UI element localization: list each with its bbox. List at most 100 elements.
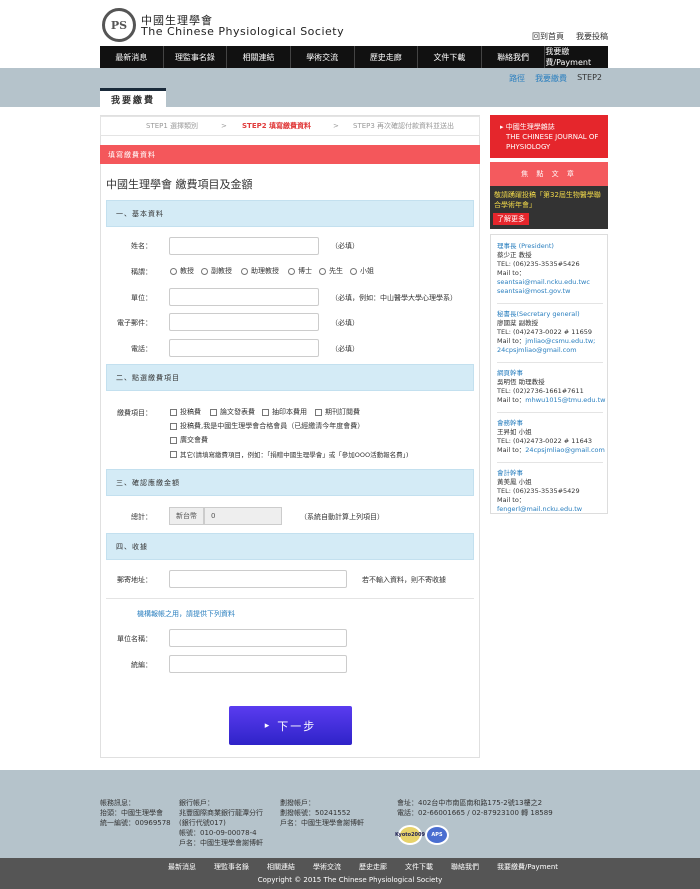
brand-name-en: The Chinese Physiological Society — [141, 25, 345, 38]
nav-item-links[interactable]: 相關連結 — [227, 46, 291, 68]
checkbox-icon[interactable] — [170, 436, 177, 444]
tax-id-input[interactable] — [169, 655, 347, 673]
footer: 帳務訊息： 抬頭：中國生理學會 統一編號：00969578 銀行帳戶： 兆豐國際… — [0, 770, 700, 858]
email-link[interactable]: 24cpsjmliao@gmail.com — [497, 346, 595, 355]
checkbox-member-submission[interactable]: 投稿費,我是中國生理學會合格會員（已經繳清今年度會費） — [170, 421, 364, 431]
unit-input[interactable] — [169, 288, 319, 306]
focus-article-text[interactable]: 敬請踴躍投稿「第32屆生物醫學聯合學術年會」 — [490, 186, 608, 210]
radio-associate-professor[interactable]: 副教授 — [201, 266, 232, 276]
breadcrumb-path: 路徑 — [509, 74, 526, 83]
footer-nav-news[interactable]: 最新消息 — [168, 862, 196, 872]
footer-nav-payment[interactable]: 我要繳費/Payment — [497, 862, 558, 872]
divider — [497, 462, 603, 463]
form-title: 中國生理學會 繳費項目及金額 — [106, 178, 253, 191]
footer-address: 會址：402台中市南區南和路175-2號13樓之2 電話：02-66001665… — [397, 799, 553, 817]
checkbox-icon[interactable] — [210, 408, 217, 416]
radio-mr[interactable]: 先生 — [319, 266, 343, 276]
aps-badge[interactable]: APS — [425, 825, 449, 845]
radio-professor[interactable]: 教授 — [170, 266, 194, 276]
next-step-button[interactable]: ▸ 下一步 — [229, 706, 352, 745]
page-title: 我要繳費 — [100, 88, 166, 107]
footer-bank-info: 銀行帳戶： 兆豐國際商業銀行龍潭分行 (銀行代號017) 帳號：010-09-0… — [179, 799, 263, 847]
checkbox-publication-fee[interactable]: 論文發表費 — [210, 407, 255, 417]
breadcrumb-payment[interactable]: 我要繳費 — [535, 73, 567, 84]
contact-accountant: 會計幹事 黃美鳳 小姐 TEL: (06)235-3535#5429 Mail … — [497, 469, 583, 513]
email-link[interactable]: 24cpsjmliao@gmail.com — [525, 446, 605, 454]
radio-icon[interactable] — [241, 267, 248, 275]
top-header: PS 中國生理學會 The Chinese Physiological Soci… — [0, 0, 700, 46]
address-input[interactable] — [169, 570, 347, 588]
nav-item-academic[interactable]: 學術交流 — [291, 46, 355, 68]
nav-item-downloads[interactable]: 文件下載 — [418, 46, 482, 68]
section-basic-info: 一、基本資料 — [106, 200, 474, 227]
radio-miss[interactable]: 小姐 — [350, 266, 374, 276]
learn-more-button[interactable]: 了解更多 — [493, 213, 529, 225]
breadcrumb: 路徑 我要繳費 STEP2 — [509, 73, 602, 84]
email-link[interactable]: mhwu1015@tmu.edu.tw — [525, 396, 605, 404]
radio-icon[interactable] — [170, 267, 177, 275]
radio-icon[interactable] — [201, 267, 208, 275]
tax-id-label: 統編： — [131, 661, 152, 669]
checkbox-icon[interactable] — [315, 408, 322, 416]
footer-nav-directors[interactable]: 理監事名錄 — [214, 862, 249, 872]
step-2: STEP2 填寫繳費資料 — [242, 122, 312, 130]
journal-title-zh: 中國生理學雜誌 — [505, 123, 555, 131]
form-section-bar: 填寫繳費資料 — [100, 145, 480, 164]
email-link[interactable]: seantsai@most.gov.tw — [497, 287, 590, 296]
copyright: Copyright © 2015 The Chinese Physiologic… — [257, 876, 443, 884]
total-amount-field: 0 — [204, 507, 282, 525]
nav-item-history[interactable]: 歷史走廊 — [355, 46, 419, 68]
email-link[interactable]: jmliao@csmu.edu.tw; — [525, 337, 595, 345]
phone-input[interactable] — [169, 339, 319, 357]
nav-item-news[interactable]: 最新消息 — [100, 46, 164, 68]
checkbox-social-fee[interactable]: 廣交會費 — [170, 435, 208, 445]
footer-nav-links[interactable]: 相關連結 — [267, 862, 295, 872]
email-link[interactable]: fengerl@mail.ncku.edu.tw — [497, 505, 582, 513]
nav-item-directors[interactable]: 理監事名錄 — [164, 46, 228, 68]
footer-nav-history[interactable]: 歷史走廊 — [359, 862, 387, 872]
checkbox-icon[interactable] — [262, 408, 269, 416]
home-link[interactable]: 回到首頁 — [532, 31, 564, 42]
checkbox-submission-fee[interactable]: 投稿費 — [170, 407, 201, 417]
name-label: 姓名： — [131, 242, 152, 250]
footer-nav-downloads[interactable]: 文件下載 — [405, 862, 433, 872]
name-note: （必填） — [331, 242, 359, 250]
checkbox-other-fee[interactable]: 其它(請填寫繳費項目，例如：「捐贈中國生理學會」或「參加OOO活動報名費」) — [170, 449, 408, 459]
arrow-icon: ▸ — [500, 123, 504, 131]
step-separator: > — [333, 122, 339, 130]
address-note: 若不輸入資料，則不寄收據 — [362, 576, 446, 584]
nav-item-contact[interactable]: 聯絡我們 — [482, 46, 546, 68]
step-1: STEP1 選擇類別 — [146, 122, 199, 130]
checkbox-reprint-fee[interactable]: 抽印本費用 — [262, 407, 307, 417]
email-input[interactable] — [169, 313, 319, 331]
radio-icon[interactable] — [350, 267, 357, 275]
footer-nav-academic[interactable]: 學術交流 — [313, 862, 341, 872]
nav-item-payment[interactable]: 我要繳費/Payment — [545, 46, 608, 68]
radio-doctor[interactable]: 博士 — [288, 266, 312, 276]
checkbox-icon[interactable] — [170, 450, 177, 458]
submit-paper-link[interactable]: 我要投稿 — [576, 31, 608, 42]
checkbox-icon[interactable] — [170, 422, 177, 430]
section-payment-items: 二、點選繳費項目 — [106, 364, 474, 391]
checkbox-icon[interactable] — [170, 408, 177, 416]
radio-icon[interactable] — [319, 267, 326, 275]
play-arrow-icon: ▸ — [264, 720, 272, 731]
footer-postal-info: 劃撥帳戶： 劃撥帳號：50241552 戶名：中國生理學會謝博軒 — [280, 799, 364, 827]
next-step-label: 下一步 — [277, 719, 317, 733]
unit-note: （必填，例如：中山醫學大學心理學系） — [331, 294, 457, 302]
email-link[interactable]: seantsai@mail.ncku.edu.twc — [497, 278, 590, 287]
divider — [497, 362, 603, 363]
radio-assistant-professor[interactable]: 助理教授 — [241, 266, 279, 276]
radio-icon[interactable] — [288, 267, 295, 275]
footer-nav-contact[interactable]: 聯絡我們 — [451, 862, 479, 872]
email-note: （必填） — [331, 319, 359, 327]
journal-banner[interactable]: ▸ 中國生理學雜誌 THE CHINESE JOURNAL OF PHYSIOL… — [490, 115, 608, 158]
org-name-input[interactable] — [169, 629, 347, 647]
section-receipt: 四、收據 — [106, 533, 474, 560]
checkbox-subscription-fee[interactable]: 期刊訂閱費 — [315, 407, 360, 417]
kyoto-badge[interactable]: Kyoto2009 — [395, 825, 425, 845]
top-links: 回到首頁 我要投稿 — [532, 31, 608, 42]
breadcrumb-step: STEP2 — [577, 73, 602, 82]
society-logo[interactable]: PS — [102, 8, 136, 42]
name-input[interactable] — [169, 237, 319, 255]
